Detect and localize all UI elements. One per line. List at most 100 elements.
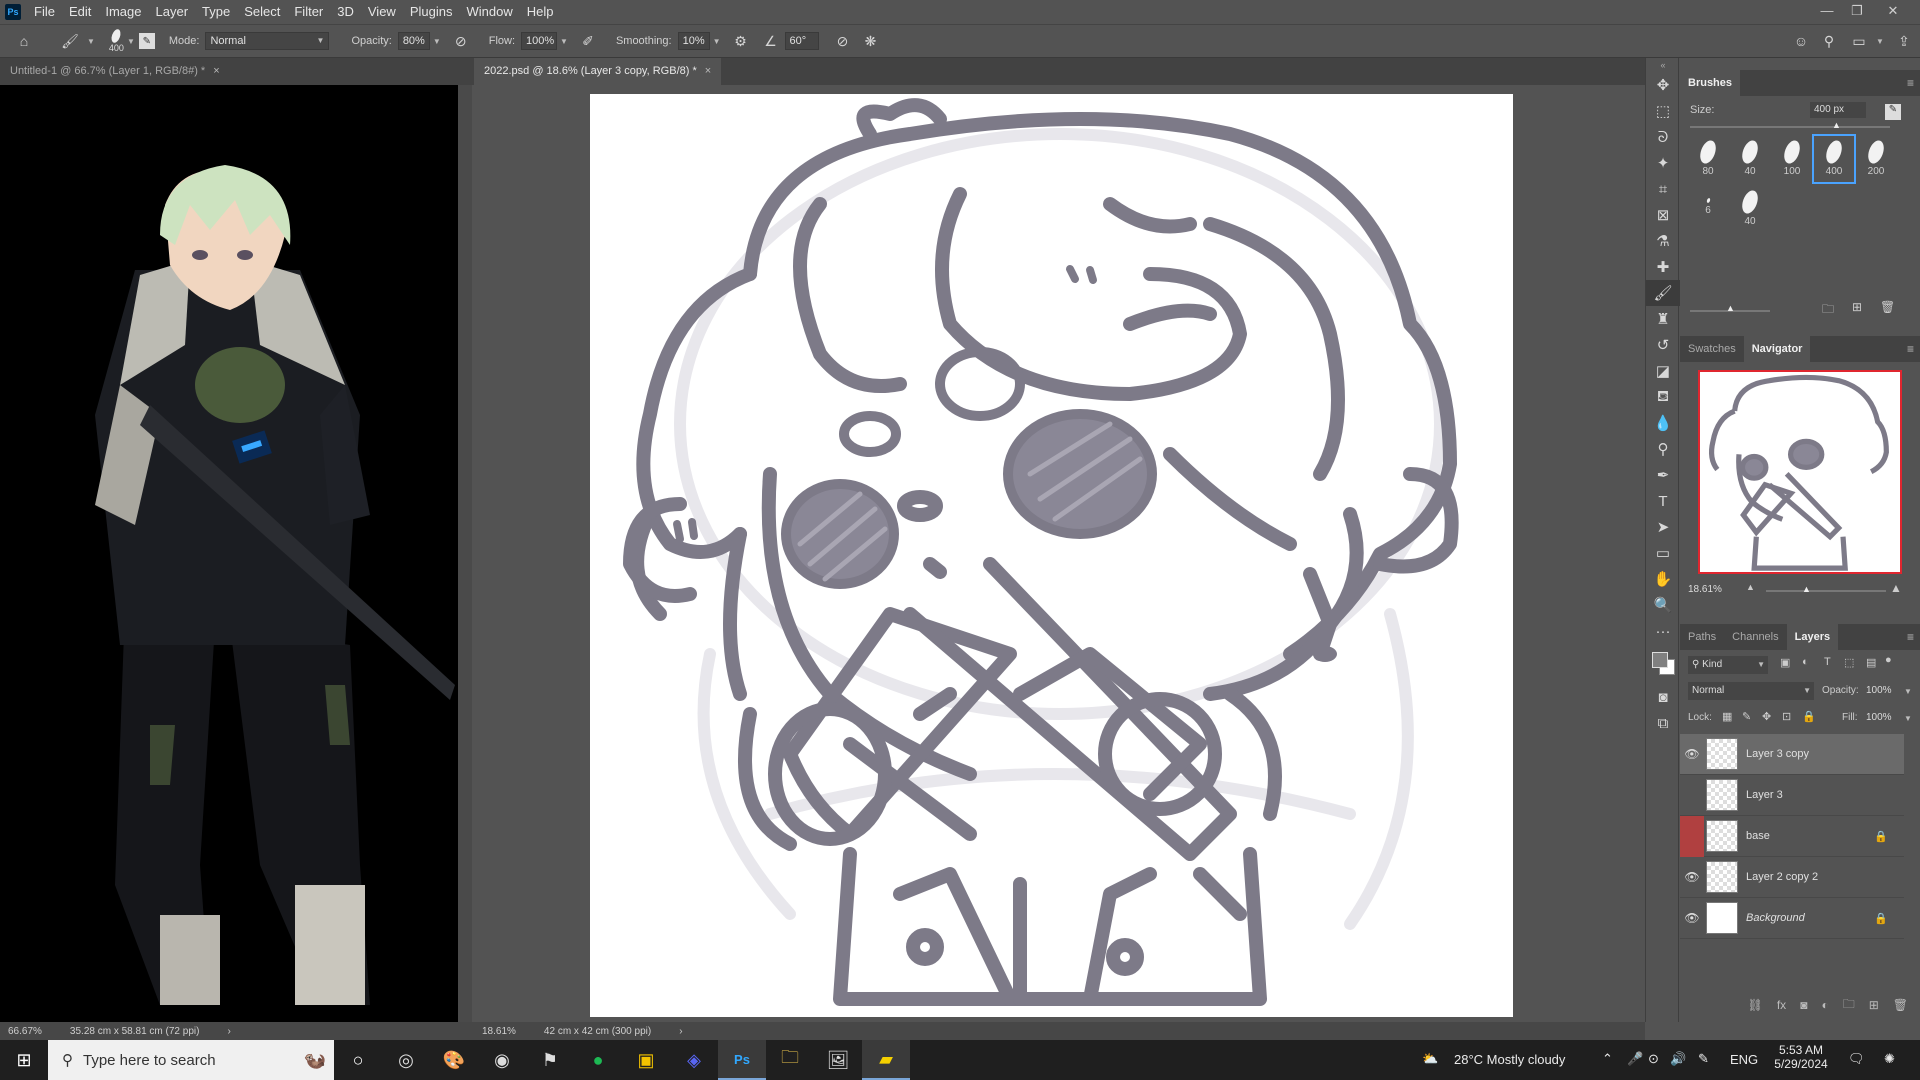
brush-size-preview[interactable]: 400: [109, 28, 124, 53]
menu-window[interactable]: Window: [459, 0, 519, 24]
close-window-button[interactable]: ✕: [1879, 0, 1907, 24]
paint-bucket-icon[interactable]: ⛾: [1646, 384, 1680, 410]
menu-select[interactable]: Select: [237, 0, 287, 24]
webcam-icon[interactable]: ⊙: [1648, 1051, 1659, 1067]
stamp-tool-icon[interactable]: ♜: [1646, 306, 1680, 332]
menu-file[interactable]: File: [27, 0, 62, 24]
navigator-preview[interactable]: [1698, 370, 1902, 574]
folder-icon[interactable]: 🗀: [1822, 300, 1834, 321]
marquee-tool-icon[interactable]: ⬚: [1646, 98, 1680, 124]
spotify-icon[interactable]: ●: [574, 1040, 622, 1080]
tab-swatches[interactable]: Swatches: [1680, 336, 1744, 362]
trash-icon[interactable]: 🗑: [1880, 300, 1895, 314]
zoom-level[interactable]: 66.67%: [8, 1026, 42, 1037]
eye-icon[interactable]: 👁: [1680, 898, 1704, 939]
foreground-color[interactable]: [1652, 652, 1668, 668]
history-brush-icon[interactable]: ↺: [1646, 332, 1680, 358]
smoothing-input[interactable]: 10%: [677, 32, 710, 50]
layer-row[interactable]: Layer 3: [1680, 775, 1904, 816]
task-view-icon[interactable]: ○: [334, 1040, 382, 1080]
menu-view[interactable]: View: [361, 0, 403, 24]
layer-filter-select[interactable]: ⚲ Kind ▼: [1688, 656, 1768, 674]
brush-tip-200[interactable]: 200: [1856, 136, 1896, 182]
language-indicator[interactable]: ENG: [1730, 1052, 1758, 1067]
zoom-in-icon[interactable]: ▲: [1890, 581, 1902, 595]
home-icon[interactable]: ⌂: [14, 31, 34, 51]
gear-icon[interactable]: ⚙: [731, 31, 751, 51]
chevron-down-icon[interactable]: ▼: [1904, 687, 1912, 696]
chevron-down-icon[interactable]: ▼: [1876, 37, 1884, 46]
chevron-down-icon[interactable]: ▼: [87, 37, 95, 46]
clock[interactable]: 5:53 AM 5/29/2024: [1766, 1043, 1836, 1071]
app-icon[interactable]: 🖼: [814, 1040, 862, 1080]
link-icon[interactable]: ⛓: [1748, 998, 1763, 1012]
lasso-tool-icon[interactable]: ᘐ: [1646, 124, 1680, 150]
zoom-out-icon[interactable]: ▲: [1746, 582, 1755, 592]
brush-tool-icon[interactable]: 🖌: [1646, 280, 1680, 306]
more-tools-icon[interactable]: ···: [1646, 618, 1680, 644]
layer-name[interactable]: Layer 2 copy 2: [1746, 871, 1818, 883]
brush-tip-80[interactable]: 80: [1688, 136, 1728, 182]
menu-type[interactable]: Type: [195, 0, 237, 24]
taskbar-search[interactable]: ⚲ Type here to search 🦦: [48, 1040, 334, 1080]
slider-handle-icon[interactable]: ▲: [1726, 303, 1735, 313]
app-icon[interactable]: 🎨: [430, 1040, 478, 1080]
screen-mode-icon[interactable]: ⧉: [1646, 710, 1680, 736]
chrome-icon[interactable]: ◉: [478, 1040, 526, 1080]
rectangle-tool-icon[interactable]: ▭: [1646, 540, 1680, 566]
workspace-icon[interactable]: ▭: [1849, 31, 1869, 51]
tab-paths[interactable]: Paths: [1680, 624, 1724, 650]
tab-2022-psd[interactable]: 2022.psd @ 18.6% (Layer 3 copy, RGB/8) *…: [474, 58, 722, 85]
folder-icon[interactable]: 🗀: [1843, 995, 1855, 1016]
minimize-button[interactable]: —: [1813, 0, 1841, 24]
eraser-icon[interactable]: ◪: [1646, 358, 1680, 384]
panel-menu-icon[interactable]: ≡: [1907, 76, 1914, 90]
lock-artboard-icon[interactable]: ⊡: [1782, 710, 1791, 723]
chevron-up-icon[interactable]: ⌃: [1602, 1051, 1613, 1067]
lock-pixels-icon[interactable]: ✎: [1742, 710, 1751, 723]
brush-settings-icon[interactable]: ✎: [138, 33, 155, 49]
discord-icon[interactable]: ◈: [670, 1040, 718, 1080]
filter-smart-object-icon[interactable]: ▤: [1866, 656, 1876, 669]
share-icon[interactable]: ⇪: [1894, 31, 1914, 51]
tab-layers[interactable]: Layers: [1786, 624, 1839, 650]
mode-select[interactable]: Normal ▼: [205, 32, 330, 50]
menu-filter[interactable]: Filter: [287, 0, 330, 24]
drawing-canvas[interactable]: [590, 94, 1513, 1017]
tab-navigator[interactable]: Navigator: [1743, 336, 1811, 362]
adjustment-icon[interactable]: ◐: [1821, 998, 1828, 1012]
pen-tool-icon[interactable]: ✒: [1646, 462, 1680, 488]
menu-3d[interactable]: 3D: [330, 0, 361, 24]
zoom-tool-icon[interactable]: 🔍: [1646, 592, 1680, 618]
layer-row[interactable]: base 🔒: [1680, 815, 1904, 857]
menu-edit[interactable]: Edit: [62, 0, 98, 24]
collapse-icon[interactable]: «: [1646, 58, 1680, 72]
blur-tool-icon[interactable]: 💧: [1646, 410, 1680, 436]
visibility-off-icon[interactable]: [1680, 815, 1704, 857]
filter-toggle-icon[interactable]: ●: [1885, 654, 1892, 666]
slider-handle-icon[interactable]: ▲: [1802, 584, 1811, 594]
crop-tool-icon[interactable]: ⌗: [1646, 176, 1680, 202]
filter-adjustment-icon[interactable]: ◐: [1802, 656, 1809, 668]
eye-icon[interactable]: 👁: [1680, 734, 1704, 775]
path-select-icon[interactable]: ➤: [1646, 514, 1680, 540]
eyedropper-icon[interactable]: ⚗: [1646, 228, 1680, 254]
add-icon[interactable]: ⊞: [1852, 300, 1862, 314]
brush-tip-100[interactable]: 100: [1772, 136, 1812, 182]
file-explorer-icon[interactable]: 🗀: [766, 1040, 814, 1080]
type-tool-icon[interactable]: T: [1646, 488, 1680, 514]
notification-icon[interactable]: 🗨: [1848, 1051, 1865, 1067]
close-icon[interactable]: ×: [705, 65, 711, 77]
panel-menu-icon[interactable]: ≡: [1907, 630, 1914, 644]
visibility-off-icon[interactable]: [1680, 775, 1704, 816]
layer-row[interactable]: 👁 Layer 2 copy 2: [1680, 857, 1904, 898]
new-brush-icon[interactable]: ✎: [1885, 104, 1901, 120]
brush-tip-40[interactable]: 40: [1730, 136, 1770, 182]
app-icon[interactable]: ⚑: [526, 1040, 574, 1080]
filter-pixel-icon[interactable]: ▣: [1780, 656, 1790, 669]
vertical-scrollbar[interactable]: [458, 85, 472, 1022]
share-user-icon[interactable]: ☺: [1791, 31, 1811, 51]
layer-name[interactable]: Layer 3: [1746, 789, 1783, 801]
brush-tip-40b[interactable]: 40: [1730, 186, 1770, 232]
menu-help[interactable]: Help: [520, 0, 561, 24]
